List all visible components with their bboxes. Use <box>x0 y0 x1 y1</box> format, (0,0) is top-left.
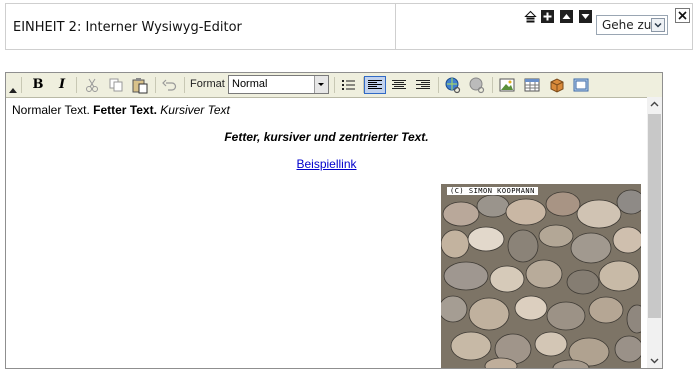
bullet-list-icon[interactable] <box>339 76 359 94</box>
example-link-line: Beispiellink <box>6 157 647 171</box>
unlink-icon[interactable] <box>467 76 487 94</box>
copy-icon[interactable] <box>106 76 126 94</box>
pebbles-image[interactable]: (C) SIMON KOOPMANN <box>441 184 641 368</box>
toolbar-separator <box>21 77 22 93</box>
toolbar-separator <box>438 77 439 93</box>
wysiwyg-editor: B I Format Normal Normaler Text. Fetter … <box>5 72 663 369</box>
align-center-icon[interactable] <box>389 76 409 94</box>
toolbar-separator <box>76 77 77 93</box>
media-icon[interactable] <box>547 76 567 94</box>
cut-icon[interactable] <box>82 76 102 94</box>
scroll-down-icon[interactable] <box>648 354 661 367</box>
link-icon[interactable] <box>443 76 463 94</box>
photo-credit: (C) SIMON KOOPMANN <box>447 187 538 195</box>
unit-controls: Gehe zu <box>396 3 693 50</box>
image-icon[interactable] <box>497 76 517 94</box>
toolbar-separator <box>184 77 185 93</box>
bold-italic-centered-text: Fetter, kursiver und zentrierter Text. <box>224 130 429 144</box>
bold-button[interactable]: B <box>28 76 48 94</box>
scroll-up-icon[interactable] <box>648 98 661 111</box>
format-value: Normal <box>232 78 268 90</box>
toolbar-separator <box>334 77 335 93</box>
arrow-up-icon[interactable] <box>560 10 573 23</box>
chevron-down-icon[interactable] <box>651 18 665 32</box>
page-title: EINHEIT 2: Interner Wysiwyg-Editor <box>13 20 242 35</box>
format-label: Format <box>190 78 225 90</box>
editor-content[interactable]: Normaler Text. Fetter Text. Kursiver Tex… <box>6 97 647 368</box>
toolbar-separator <box>492 77 493 93</box>
format-select[interactable]: Normal <box>228 75 329 94</box>
pebbles-photo-graphic <box>441 184 641 368</box>
normal-text-line: Normaler Text. Fetter Text. Kursiver Tex… <box>12 103 230 117</box>
move-up-icon[interactable] <box>524 10 537 23</box>
align-right-icon[interactable] <box>413 76 433 94</box>
bold-text: Fetter Text. <box>93 103 157 117</box>
italic-text: Kursiver Text <box>156 103 230 117</box>
close-icon[interactable] <box>675 8 690 23</box>
normal-text: Normaler Text. <box>12 103 94 117</box>
goto-select[interactable]: Gehe zu <box>596 15 668 35</box>
arrow-down-icon[interactable] <box>579 10 592 23</box>
scrollbar-thumb[interactable] <box>648 114 661 318</box>
italic-button[interactable]: I <box>52 76 72 94</box>
toolbar-separator <box>155 77 156 93</box>
unit-header: EINHEIT 2: Interner Wysiwyg-Editor <box>5 3 396 50</box>
vertical-scrollbar[interactable] <box>647 97 662 368</box>
add-icon[interactable] <box>541 10 554 23</box>
chevron-down-icon[interactable] <box>314 76 328 93</box>
editor-toolbar: B I Format Normal <box>6 73 662 98</box>
example-link[interactable]: Beispiellink <box>296 157 356 171</box>
collapse-toolbar-icon[interactable] <box>9 88 17 93</box>
undo-icon[interactable] <box>160 76 180 94</box>
fullscreen-icon[interactable] <box>571 76 591 94</box>
goto-label: Gehe zu <box>602 18 652 32</box>
paste-icon[interactable] <box>130 76 150 94</box>
align-left-icon[interactable] <box>364 76 386 94</box>
table-icon[interactable] <box>522 76 542 94</box>
